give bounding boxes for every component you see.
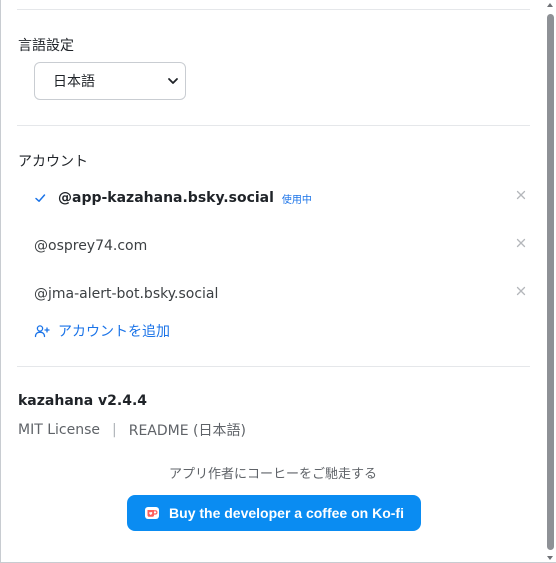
- kofi-cup-icon: [144, 505, 160, 521]
- coffee-caption: アプリ作者にコーヒーをご馳走する: [168, 467, 377, 482]
- scrollbar-thumb[interactable]: [547, 14, 554, 550]
- close-icon[interactable]: [514, 188, 528, 202]
- settings-panel: 言語設定 日本語 アカウント @app-kazahana.bsky.social…: [0, 0, 556, 563]
- link-separator: |: [112, 422, 117, 438]
- account-handle: @osprey74.com: [34, 238, 148, 254]
- about-links: MIT License | README (日本語): [18, 420, 246, 440]
- vertical-scrollbar[interactable]: [545, 0, 556, 562]
- account-item-active[interactable]: @app-kazahana.bsky.social 使用中: [18, 184, 530, 212]
- active-account-badge: 使用中: [281, 194, 312, 206]
- add-account-button[interactable]: アカウントを追加: [34, 321, 170, 341]
- language-select-value: 日本語: [53, 74, 95, 90]
- check-icon: [34, 192, 50, 204]
- language-divider: [17, 125, 530, 126]
- kofi-button-label: Buy the developer a coffee on Ko-fi: [169, 505, 404, 521]
- kofi-button[interactable]: Buy the developer a coffee on Ko-fi: [127, 495, 421, 531]
- language-select[interactable]: 日本語: [34, 62, 186, 100]
- readme-link[interactable]: README (日本語): [129, 420, 246, 440]
- accounts-divider: [17, 366, 530, 367]
- close-icon[interactable]: [514, 236, 528, 250]
- language-section-title: 言語設定: [18, 38, 74, 54]
- chevron-down-icon: [168, 78, 178, 84]
- account-handle: @jma-alert-bot.bsky.social: [34, 286, 219, 302]
- add-account-label: アカウントを追加: [58, 324, 170, 340]
- accounts-section-title: アカウント: [18, 154, 88, 170]
- account-item[interactable]: @jma-alert-bot.bsky.social: [18, 280, 530, 308]
- top-divider: [17, 9, 530, 10]
- scroll-down-arrow-icon[interactable]: [547, 556, 553, 560]
- license-link[interactable]: MIT License: [18, 422, 100, 438]
- account-handle: @app-kazahana.bsky.social: [58, 190, 274, 206]
- add-user-icon: [34, 325, 50, 338]
- scroll-up-arrow-icon[interactable]: [547, 3, 553, 7]
- account-item[interactable]: @osprey74.com: [18, 232, 530, 260]
- app-version: kazahana v2.4.4: [18, 393, 148, 409]
- close-icon[interactable]: [514, 284, 528, 298]
